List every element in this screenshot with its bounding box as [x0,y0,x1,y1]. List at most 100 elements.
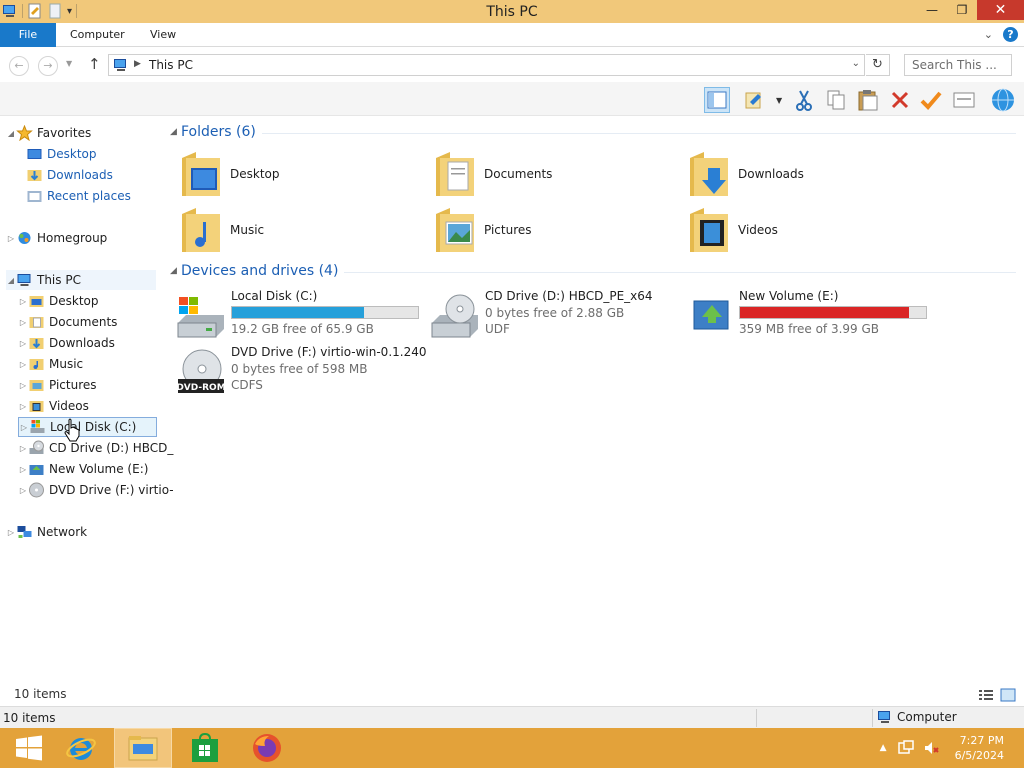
breadcrumb[interactable]: This PC [149,58,193,72]
start-button[interactable] [0,728,58,768]
folder-music[interactable]: Music [166,204,416,256]
expand-arrow-icon[interactable]: ▷ [18,486,28,495]
nav-this-pc-documents[interactable]: ▷ Documents [18,312,176,332]
nav-this-pc-cd-drive-d[interactable]: ▷ CD Drive (D:) HBCD_ [18,438,176,458]
recent-places-icon [27,191,42,202]
show-hidden-icons-icon[interactable]: ▲ [880,743,887,753]
expand-arrow-icon[interactable]: ▷ [6,528,16,537]
downloads-folder-icon [690,152,728,196]
recent-locations-icon[interactable]: ▼ [66,59,72,68]
expand-arrow-icon[interactable]: ▷ [18,402,28,411]
expand-arrow-icon[interactable]: ▷ [18,318,28,327]
network-icon [17,526,32,538]
taskbar-firefox[interactable] [238,728,296,768]
expand-arrow-icon[interactable]: ▷ [18,360,28,369]
folder-icon [29,359,44,370]
collapse-arrow-icon[interactable]: ◢ [6,129,16,138]
breadcrumb-arrow-icon[interactable]: ▶ [134,59,141,69]
nav-this-pc-videos[interactable]: ▷ Videos [18,396,176,416]
nav-this-pc-desktop[interactable]: ▷ Desktop [18,291,176,311]
tab-computer[interactable]: Computer [58,23,137,47]
help-icon[interactable]: ? [1003,27,1018,42]
cd-drive-icon [431,294,478,338]
up-icon[interactable]: ↑ [88,55,101,73]
minimize-button[interactable]: — [917,0,947,20]
folders-group-header[interactable]: ◢ Folders (6) [166,121,1016,143]
nav-this-pc-local-disk-c[interactable]: ▷ Local Disk (C:) [18,417,157,437]
drive-new-volume-e[interactable]: New Volume (E:) 359 MB free of 3.99 GB [674,289,927,343]
refresh-button[interactable]: ↻ [866,54,890,76]
cut-button[interactable] [791,87,817,113]
nav-network[interactable]: ▷ Network [6,522,164,542]
delete-button[interactable] [887,87,913,113]
nav-this-pc-dvd-drive-f[interactable]: ▷ DVD Drive (F:) virtio- [18,480,176,500]
volume-muted-icon[interactable] [923,740,939,756]
forward-button[interactable]: → [38,56,58,76]
collapse-group-icon[interactable]: ◢ [166,127,181,137]
details-view-icon[interactable] [978,688,994,702]
nav-this-pc-new-volume-e[interactable]: ▷ New Volume (E:) [18,459,176,479]
ribbon-tabs: File Computer View ⌄ ? [0,23,1024,47]
close-button[interactable]: ✕ [977,0,1024,20]
folder-downloads[interactable]: Downloads [674,148,924,200]
action-center-icon[interactable] [897,740,915,756]
folder-documents[interactable]: Documents [420,148,670,200]
back-button[interactable]: ← [9,56,29,76]
expand-arrow-icon[interactable]: ▷ [18,339,28,348]
expand-arrow-icon[interactable]: ▷ [19,423,29,432]
dropdown-arrow-icon[interactable]: ▼ [776,96,782,105]
taskbar-store[interactable] [176,728,234,768]
computer-icon [878,711,890,723]
nav-homegroup[interactable]: ▷ Homegroup [6,228,164,248]
location-label: Computer [897,710,957,724]
taskbar-clock[interactable]: 7:27 PM 6/5/2024 [955,733,1004,763]
nav-favorites-downloads[interactable]: Downloads [16,165,174,185]
local-disk-icon [177,297,224,338]
address-dropdown-icon[interactable]: ⌄ [852,58,860,69]
expand-arrow-icon[interactable]: ▷ [18,465,28,474]
nav-favorites-recent-places[interactable]: Recent places [16,186,174,206]
items-status-bar: 10 items [0,686,1024,706]
copy-button[interactable] [823,87,849,113]
usb-drive-icon [29,465,44,475]
expand-arrow-icon[interactable]: ▷ [6,234,16,243]
address-bar[interactable]: ▶ This PC ⌄ [108,54,865,76]
network-button[interactable] [990,87,1016,113]
folder-videos[interactable]: Videos [674,204,924,256]
collapse-group-icon[interactable]: ◢ [166,266,181,276]
clock-time: 7:27 PM [959,734,1004,747]
delete-icon [891,91,909,109]
properties-button[interactable] [742,87,768,113]
drive-dvd-drive-f[interactable]: DVD-ROM DVD Drive (F:) virtio-win-0.1.24… [166,345,426,399]
internet-explorer-icon [66,738,96,760]
expand-ribbon-icon[interactable]: ⌄ [984,28,993,41]
nav-this-pc-pictures[interactable]: ▷ Pictures [18,375,176,395]
collapse-arrow-icon[interactable]: ◢ [6,276,16,285]
taskbar-file-explorer[interactable] [114,728,172,768]
tab-view[interactable]: View [138,23,188,47]
preview-pane-button[interactable] [704,87,730,113]
nav-this-pc-music[interactable]: ▷ Music [18,354,176,374]
tab-file[interactable]: File [0,23,56,47]
maximize-button[interactable]: ❐ [947,0,977,20]
rename-button[interactable] [918,87,944,113]
nav-this-pc-downloads[interactable]: ▷ Downloads [18,333,176,353]
expand-arrow-icon[interactable]: ▷ [18,297,28,306]
drive-local-disk-c[interactable]: Local Disk (C:) 19.2 GB free of 65.9 GB [166,289,419,343]
devices-group-header[interactable]: ◢ Devices and drives (4) [166,260,1016,282]
taskbar-internet-explorer[interactable] [52,728,110,768]
folder-desktop[interactable]: Desktop [166,148,416,200]
nav-favorites[interactable]: ◢ Favorites [6,123,164,143]
folder-pictures[interactable]: Pictures [420,204,670,256]
items-count: 10 items [14,687,67,701]
nav-this-pc[interactable]: ◢ This PC [6,270,156,290]
expand-arrow-icon[interactable]: ▷ [18,381,28,390]
search-input[interactable]: Search This ... [904,54,1012,76]
drive-cd-drive-d[interactable]: CD Drive (D:) HBCD_PE_x64 0 bytes free o… [420,289,670,343]
email-button[interactable] [951,87,977,113]
nav-favorites-desktop[interactable]: Desktop [16,144,174,164]
folder-icon [29,317,44,328]
large-icons-view-icon[interactable] [1000,688,1016,702]
paste-button[interactable] [855,87,881,113]
expand-arrow-icon[interactable]: ▷ [18,444,28,453]
